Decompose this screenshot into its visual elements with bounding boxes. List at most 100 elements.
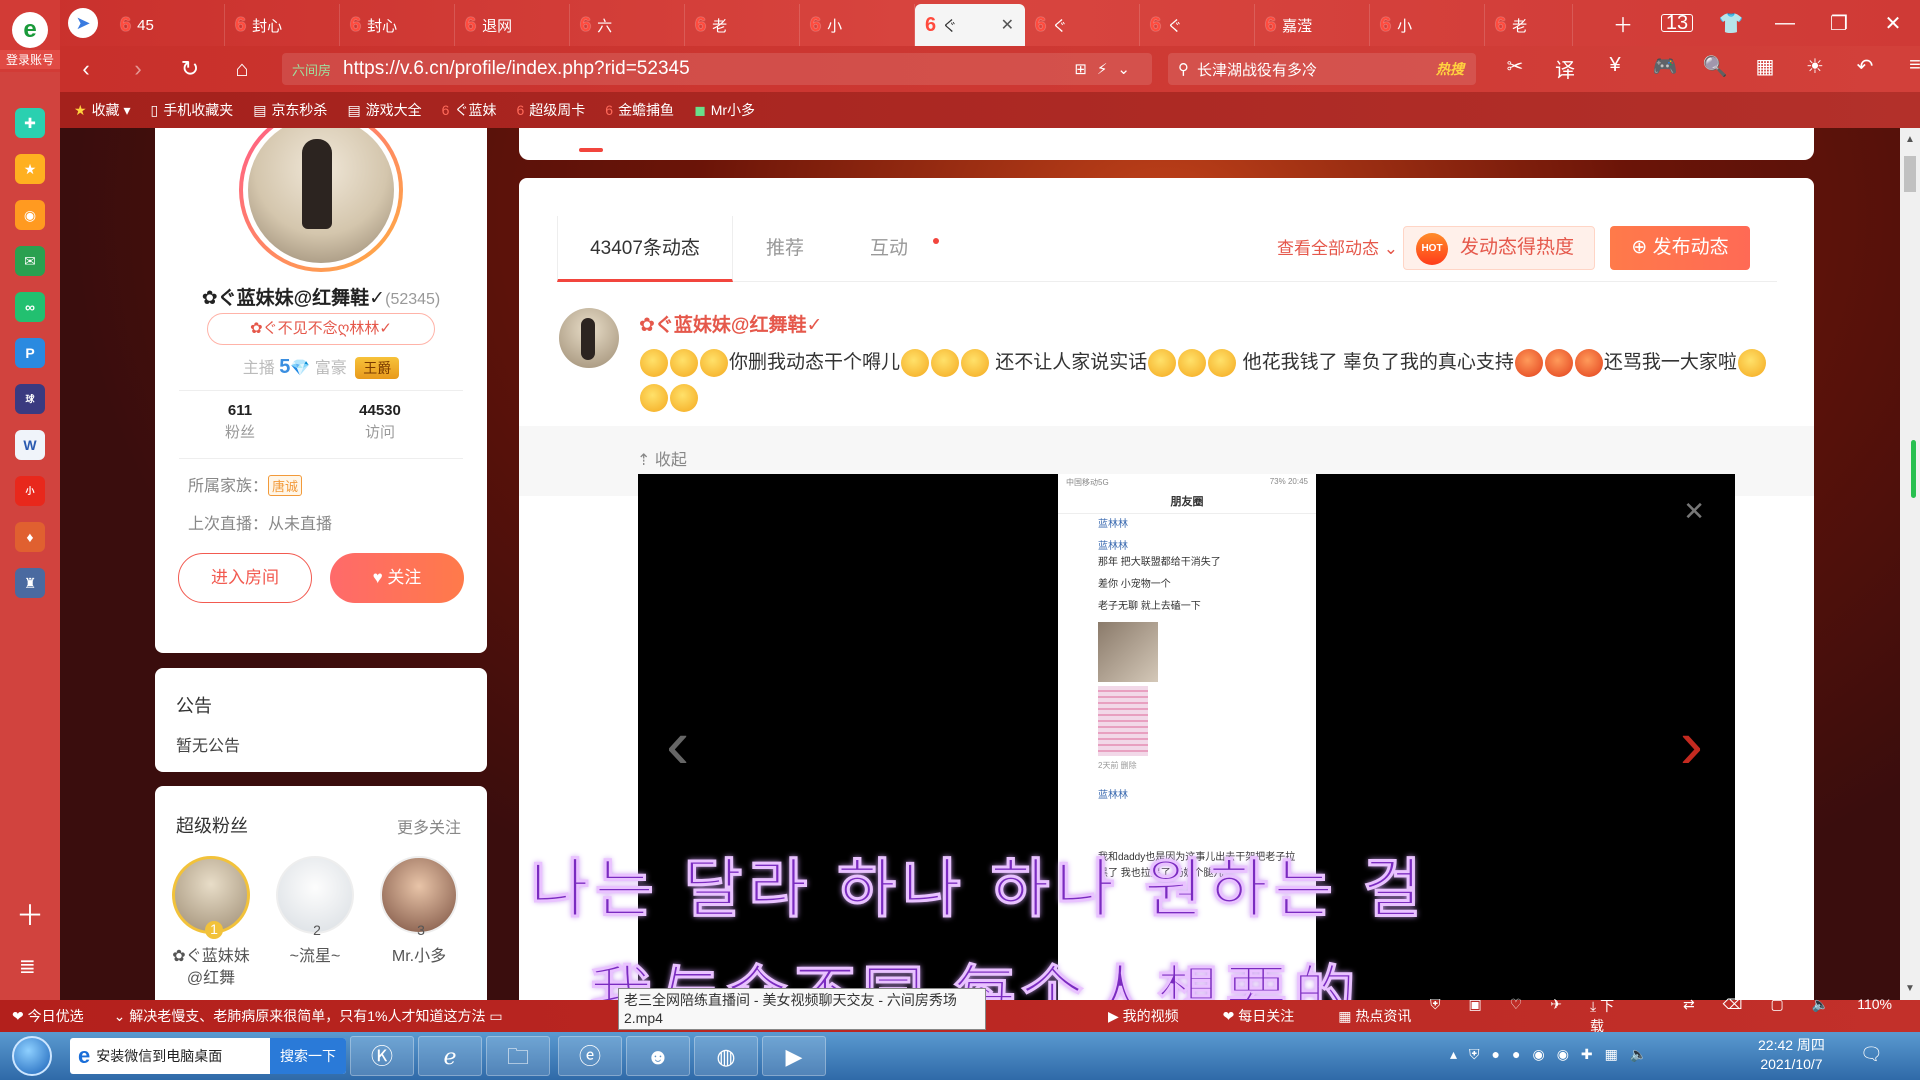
previous-image-icon[interactable]: ‹ (666, 704, 689, 784)
post-author-avatar[interactable] (559, 308, 619, 368)
back-icon[interactable]: ‹ (60, 56, 112, 82)
start-button[interactable] (12, 1036, 52, 1076)
bookmark-item[interactable]: ★ 收藏 ▾ (74, 100, 130, 120)
brightness-icon[interactable]: ☀ (1790, 54, 1840, 83)
browser-tab[interactable]: 6小 (1370, 4, 1485, 46)
speed-icon[interactable]: ✈ (1550, 996, 1562, 1036)
skin-icon[interactable]: 👕 (1704, 11, 1758, 36)
list-icon[interactable]: ≣ (19, 954, 36, 979)
restore-icon[interactable]: ❐ (1812, 11, 1866, 36)
bookmark-item[interactable]: 6 ぐ蓝妹 (442, 100, 497, 120)
favorites-icon[interactable]: ★ (15, 154, 45, 184)
post-for-heat-button[interactable]: HOT 发动态得热度 (1403, 226, 1595, 270)
close-viewer-icon[interactable]: ✕ (1683, 496, 1705, 527)
browser-tab[interactable]: 6ぐ (1140, 4, 1255, 46)
translate-icon[interactable]: 译 (1540, 54, 1590, 83)
game-app-icon[interactable]: 球 (15, 384, 45, 414)
bookmark-item[interactable]: ▯ 手机收藏夹 (150, 100, 233, 120)
follow-button[interactable]: ♥ 关注 (330, 553, 464, 603)
url-text[interactable]: https://v.6.cn/profile/index.php?rid=523… (343, 58, 690, 80)
tray-app-icon[interactable]: ◉ (1532, 1046, 1544, 1063)
fan-item[interactable]: 1 ✿ぐ蓝妹妹@红舞 (171, 856, 251, 990)
tray-plus-icon[interactable]: ✚ (1581, 1046, 1593, 1063)
browser-tab[interactable]: 6 封心 (225, 4, 340, 46)
post-author-name[interactable]: ✿ぐ蓝妹妹@红舞鞋✓ (639, 310, 822, 337)
search-input[interactable]: ⚲ 长津湖战役有多冷 热搜 (1168, 53, 1476, 85)
browser-tab[interactable]: 6老 (1485, 4, 1573, 46)
search-query[interactable]: 长津湖战役有多冷 (1197, 59, 1317, 80)
scissors-icon[interactable]: ✂ (1490, 54, 1540, 83)
tab-interact[interactable]: 互动 (837, 216, 941, 282)
tray-volume-icon[interactable]: 🔈 (1630, 1046, 1647, 1063)
view-all-posts-dropdown[interactable]: 查看全部动态 ⌄ (1277, 216, 1398, 282)
scroll-down-icon[interactable]: ▼ (1905, 983, 1915, 994)
bookmark-item[interactable]: ▤ 京东秒杀 (253, 100, 327, 120)
tray-up-icon[interactable]: ▴ (1450, 1046, 1457, 1063)
tray-app-icon[interactable]: ◉ (1557, 1046, 1569, 1063)
strategy-game-icon[interactable]: ♜ (15, 568, 45, 598)
today-picks[interactable]: ❤ 今日优选 (12, 1006, 84, 1026)
scroll-up-icon[interactable]: ▲ (1905, 134, 1915, 145)
browser-tab[interactable]: 6 退网 (455, 4, 570, 46)
ie-app-icon[interactable]: ℯ (418, 1036, 482, 1076)
url-tools-icons[interactable]: ⊞⚡⌄ (1074, 60, 1140, 78)
forward-icon[interactable]: › (112, 56, 164, 82)
mail-icon[interactable]: ✉ (15, 246, 45, 276)
bookmark-item[interactable]: 6 金蟾捕鱼 (605, 100, 674, 120)
tray-qq-icon[interactable]: ● (1492, 1046, 1500, 1063)
minimize-icon[interactable]: — (1758, 12, 1812, 35)
browser-app-icon[interactable]: ⓔ (558, 1036, 622, 1076)
window-icon[interactable]: ▢ (1771, 996, 1784, 1036)
collapse-button[interactable]: ⇡ 收起 (637, 446, 687, 470)
close-tab-icon[interactable]: ✕ (1001, 15, 1014, 35)
tray-shield-icon[interactable]: ⛨ (1469, 1046, 1480, 1063)
publish-post-button[interactable]: ⊕ 发布动态 (1610, 226, 1750, 270)
navigation-icon[interactable]: ➤ (68, 8, 98, 38)
fan-item[interactable]: 2 ~流星~ (275, 856, 355, 968)
tab-recommend[interactable]: 推荐 (733, 216, 837, 282)
daily-follow-link[interactable]: ❤ 每日关注 (1223, 1006, 1317, 1026)
bookmark-item[interactable]: 6 超级周卡 (516, 100, 585, 120)
taskbar-search-button[interactable]: 搜索一下 (270, 1038, 346, 1074)
heart-rate-icon[interactable]: ♡ (1510, 996, 1523, 1036)
image-icon[interactable]: ▣ (1469, 996, 1482, 1036)
video-player-icon[interactable]: ▶ (762, 1036, 826, 1076)
close-window-icon[interactable]: ✕ (1866, 11, 1920, 36)
plugin-icon[interactable]: ✚ (15, 108, 45, 138)
taskbar-search-input[interactable]: e 安装微信到电脑桌面 搜索一下 (70, 1038, 346, 1074)
bookmark-item[interactable]: ◼ Mr小多 (694, 100, 755, 120)
tab-all-posts[interactable]: 43407条动态 (557, 216, 733, 282)
shield-icon[interactable]: ⛨ (1430, 996, 1441, 1036)
login-label[interactable]: 登录账号 (0, 50, 60, 69)
bookmark-item[interactable]: ▤ 游戏大全 (347, 100, 421, 120)
browser-tab[interactable]: 6 嘉滢 (1255, 4, 1370, 46)
k-app-icon[interactable]: Ⓚ (350, 1036, 414, 1076)
network-icon[interactable]: ⇄ (1683, 996, 1695, 1036)
taskbar-clock[interactable]: 22:42 周四 2021/10/7 (1758, 1036, 1825, 1074)
home-icon[interactable]: ⌂ (216, 56, 268, 82)
scrollbar-thumb[interactable] (1904, 156, 1916, 192)
browser-tab[interactable]: 6六 (570, 4, 685, 46)
shop-icon[interactable]: 小 (15, 476, 45, 506)
next-image-icon[interactable]: › (1680, 704, 1703, 784)
folder-icon[interactable]: 🗀 (486, 1036, 550, 1076)
browser-tab[interactable]: 6ぐ (1025, 4, 1140, 46)
download-link[interactable]: ⤓ 下载 (1590, 996, 1655, 1036)
tray-qq-icon[interactable]: ● (1512, 1046, 1520, 1063)
new-tab-icon[interactable]: ＋ (1596, 9, 1650, 38)
link-icon[interactable]: ∞ (15, 292, 45, 322)
tab-count-badge[interactable]: 13 (1650, 12, 1704, 35)
browser-tab[interactable]: 6 45 (110, 4, 225, 46)
browser-tab[interactable]: 6老 (685, 4, 800, 46)
notification-icon[interactable]: 🗨 (1860, 1044, 1883, 1065)
vertical-scrollbar[interactable]: ▲ ▼ (1900, 128, 1920, 1000)
family-badge[interactable]: 唐诚 (268, 475, 303, 496)
enter-room-button[interactable]: 进入房间 (178, 553, 312, 603)
browser-brand[interactable]: e 登录账号 (0, 0, 60, 72)
browser-tab[interactable]: 6 封心 (340, 4, 455, 46)
word-icon[interactable]: W (15, 430, 45, 460)
fan-item[interactable]: 3 Mr.小多 (379, 856, 459, 968)
reload-icon[interactable]: ↻ (164, 56, 216, 82)
weibo-icon[interactable]: ◉ (15, 200, 45, 230)
browser-tab-active[interactable]: 6 ぐ ✕ (915, 4, 1025, 46)
